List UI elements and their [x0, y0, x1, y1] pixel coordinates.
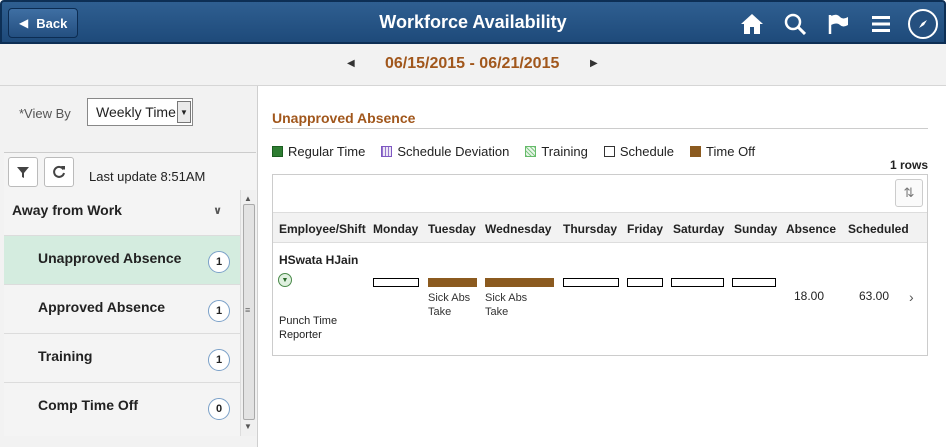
column-header: Sunday [734, 222, 778, 236]
grip-icon: ≡ [245, 305, 251, 315]
group-label: Away from Work [12, 202, 122, 218]
saturday-schedule-bar [671, 278, 724, 287]
column-header: Monday [373, 222, 419, 236]
scroll-thumb[interactable]: ≡ [243, 204, 255, 420]
flag-icon[interactable] [825, 11, 851, 37]
legend-regular-time: Regular Time [272, 144, 365, 159]
column-header: Thursday [563, 222, 618, 236]
sidebar-item-label: Comp Time Off [38, 397, 139, 413]
count-badge: 1 [208, 300, 230, 322]
thursday-schedule-bar [563, 278, 619, 287]
sidebar-item-approved-absence[interactable]: Approved Absence 1 [4, 284, 240, 333]
rows-count: 1 rows [890, 158, 929, 172]
grid-toolbar: ⇅ [273, 175, 927, 213]
sidebar-item-training[interactable]: Training 1 [4, 333, 240, 382]
sidebar-item-comp-time-off[interactable]: Comp Time Off 0 [4, 382, 240, 431]
column-header: Wednesday [485, 222, 552, 236]
sunday-schedule-bar [732, 278, 776, 287]
legend-schedule-deviation: Schedule Deviation [381, 144, 509, 159]
last-update-text: Last update 8:51AM [89, 169, 206, 184]
friday-schedule-bar [627, 278, 663, 287]
filter-icon [17, 167, 29, 178]
legend-time-off: Time Off [690, 144, 755, 159]
absence-hours: 18.00 [794, 289, 825, 303]
legend-swatch [690, 145, 702, 157]
filter-toolbar: Last update 8:51AM [4, 152, 256, 190]
section-title: Unapproved Absence [272, 110, 416, 126]
divider [272, 128, 928, 129]
sidebar-item-label: Training [38, 348, 93, 364]
employee-name[interactable]: HSwata HJain [279, 253, 358, 267]
scheduled-hours: 63.00 [859, 289, 890, 303]
scroll-down-icon[interactable]: ▼ [244, 422, 252, 431]
wednesday-time-off-bar [485, 278, 554, 287]
legend-swatch [272, 145, 283, 157]
filter-button[interactable] [8, 157, 38, 187]
column-header: Employee/Shift [279, 222, 366, 236]
legend: Regular Time Schedule Deviation Training… [272, 142, 755, 160]
home-icon[interactable] [739, 11, 765, 37]
date-navigation-bar: ◀ 06/15/2015 - 06/21/2015 ▶ [0, 44, 946, 86]
refresh-icon [53, 165, 65, 178]
left-panel: *View By Weekly Time ▼ Last update 8:51A… [0, 86, 258, 447]
view-by-label: *View By [19, 106, 71, 121]
chevron-right-icon[interactable]: › [909, 289, 914, 305]
main-content: Unapproved Absence Regular Time Schedule… [259, 86, 946, 447]
column-header: Scheduled [848, 222, 909, 236]
sort-icon: ⇅ [903, 185, 915, 200]
search-icon[interactable] [782, 11, 808, 37]
table-row[interactable]: HSwata HJain ▼ Punch Time Reporter Sick … [273, 243, 927, 355]
chevron-down-icon[interactable]: ∨ [213, 204, 222, 217]
menu-icon[interactable] [868, 11, 894, 37]
list-scrollbar[interactable]: ▲ ≡ ▼ [240, 190, 256, 436]
legend-swatch [603, 145, 615, 157]
category-list: Away from Work ∨ Unapproved Absence 1 Ap… [4, 190, 240, 436]
employee-shift: Punch Time Reporter [279, 315, 338, 341]
wednesday-label: Sick Abs Take [485, 292, 528, 318]
legend-label: Time Off [706, 143, 756, 159]
count-badge: 0 [208, 398, 230, 420]
availability-grid: ⇅ Employee/Shift Monday Tuesday Wednesda… [272, 174, 928, 356]
column-header: Friday [627, 222, 664, 236]
sidebar-item-label: Unapproved Absence [38, 250, 182, 266]
monday-schedule-bar [373, 278, 419, 287]
view-by-select[interactable]: Weekly Time ▼ [87, 98, 193, 126]
dropdown-arrow-icon[interactable]: ▼ [177, 101, 191, 123]
legend-swatch [525, 145, 537, 157]
legend-swatch [381, 145, 393, 157]
count-badge: 1 [208, 251, 230, 273]
column-header: Saturday [673, 222, 725, 236]
column-header: Absence [786, 222, 837, 236]
tuesday-time-off-bar [428, 278, 477, 287]
legend-label: Regular Time [288, 143, 366, 159]
legend-training: Training [525, 143, 588, 159]
refresh-button[interactable] [44, 157, 74, 187]
expand-icon[interactable]: ▼ [278, 273, 292, 287]
column-header: Tuesday [428, 222, 476, 236]
sort-button[interactable]: ⇅ [895, 179, 923, 207]
legend-label: Schedule [619, 143, 675, 159]
legend-schedule: Schedule [603, 143, 675, 159]
previous-week-icon[interactable]: ◀ [347, 58, 355, 69]
legend-label: Schedule Deviation [397, 143, 510, 159]
tuesday-label: Sick Abs Take [428, 292, 471, 318]
date-range: 06/15/2015 - 06/21/2015 [385, 55, 560, 72]
sidebar-item-label: Approved Absence [38, 299, 166, 315]
count-badge: 1 [208, 349, 230, 371]
view-by-value: Weekly Time [96, 104, 176, 120]
sidebar-item-unapproved-absence[interactable]: Unapproved Absence 1 [4, 235, 240, 284]
app-header: ◀ Back Workforce Availability [0, 0, 946, 44]
compass-icon[interactable] [908, 9, 938, 39]
grid-header: Employee/Shift Monday Tuesday Wednesday … [273, 213, 927, 243]
legend-label: Training [541, 143, 588, 159]
next-week-icon[interactable]: ▶ [590, 58, 598, 69]
group-away-from-work[interactable]: Away from Work ∨ [4, 190, 240, 235]
scroll-up-icon[interactable]: ▲ [244, 194, 252, 203]
